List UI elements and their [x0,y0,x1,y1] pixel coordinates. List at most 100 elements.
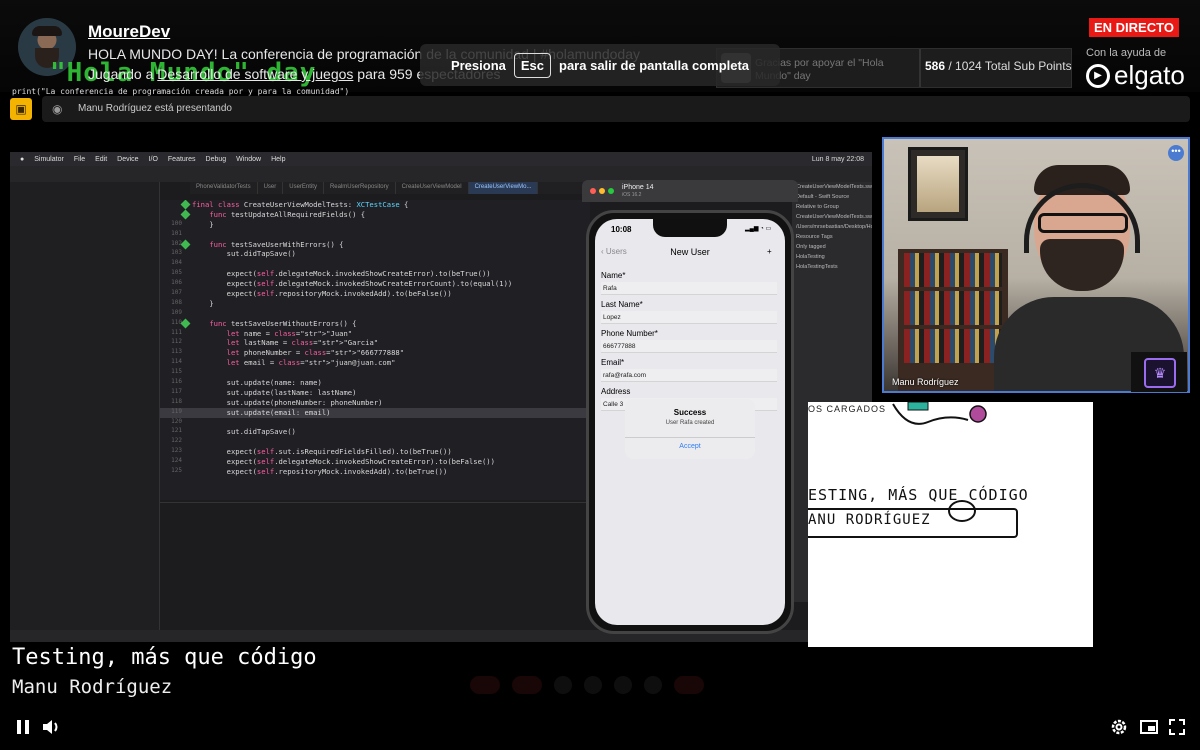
cartoon-name: ANU RODRÍGUEZ [808,512,931,528]
zoom-dot [608,188,614,194]
line-number: 102 [171,239,182,247]
line-number: 121 [171,427,182,435]
code-line: 116 sut.update(name: name) [160,378,590,388]
menu-edit: Edit [95,155,108,163]
code-line: 104 [160,259,590,269]
code-text: sut.didTapSave() [192,427,296,437]
code-text: let phoneNumber = class="str">"666777888… [226,348,405,358]
menu-simulator: Simulator [34,155,64,163]
alert-divider [625,437,755,438]
stream-header: "Hola Mundo" day MoureDev HOLA MUNDO DAY… [0,0,1200,96]
doodle-illustration [892,402,987,425]
xcode-navigator [10,182,160,642]
sub-goal-count: 586 / 1024 Total Sub Points [925,59,1072,73]
xcode-tabs: PhoneValidatorTests User UserEntity Real… [190,182,590,194]
code-text: let email = class="str">"juan@juan.com" [226,358,396,368]
line-number: 109 [171,308,182,316]
test-diamond-icon [180,239,191,250]
minimize-dot [599,188,605,194]
code-text: expect(self.delegateMock.invokedShowCrea… [192,269,491,279]
menu-features: Features [167,155,196,163]
presenting-bar: ▣ ◉ Manu Rodríguez está presentando [10,96,1190,122]
menu-window: Window [236,155,262,163]
iphone-screen: 10:08 ▂▄▆ ◔ ▭ ‹ Users New User + Name* Ra… [595,219,785,625]
code-line: 123 expect(self.sut.isRequiredFieldsFill… [160,447,590,457]
inspector-line: HolaTestingTests [796,264,838,270]
code-editor: final class CreateUserViewModelTests: XC… [160,200,590,500]
bookshelf [898,249,1008,391]
sub-goal-current: 586 [925,59,946,73]
iphone-simulator: 10:08 ▂▄▆ ◔ ▭ ‹ Users New User + Name* Ra… [586,210,794,634]
code-line: 121 sut.didTapSave() [160,427,590,437]
inspector-line: Only tagged [796,244,826,250]
line-number: 104 [171,259,182,267]
shared-screen: ● Simulator File Edit Device I/O Feature… [10,152,872,642]
hint-post: para salir de pantalla completa [559,57,750,73]
picture-in-picture-icon[interactable] [1138,716,1160,738]
code-line: 119 sut.update(email: email) [160,407,590,418]
caption-name: Manu Rodríguez [12,676,173,698]
volume-icon[interactable] [40,716,62,738]
menu-io: I/O [148,155,158,163]
code-line: 125 expect(self.repositoryMock.invokedAd… [160,467,590,477]
code-line: 111 let name = class="str">"Juan" [160,329,590,339]
live-badge: EN DIRECTO [1089,18,1179,37]
elgato-brand: elgato [1114,60,1185,90]
inspector-line: CreateUserViewModelTests.swift [796,184,872,190]
channel-name-link[interactable]: MoureDev [88,22,170,42]
code-line: 114 let email = class="str">"juan@juan.c… [160,358,590,368]
code-line: 110 func testSaveUserWithoutErrors() { [160,318,590,329]
code-line: 101 [160,230,590,240]
code-line: 113 let phoneNumber = class="str">"66677… [160,348,590,358]
fullscreen-icon[interactable] [1166,716,1188,738]
line-number: 119 [171,407,182,415]
success-alert: Success User Rafa created Accept [625,399,755,459]
apple-icon: ● [20,155,25,163]
code-line: final class CreateUserViewModelTests: XC… [160,200,590,210]
line-number: 106 [171,279,182,287]
hint-pre: Presiona [450,57,506,73]
settings-icon[interactable] [1108,716,1130,738]
code-line: 124 expect(self.delegateMock.invokedShow… [160,457,590,467]
simulator-titlebar: iPhone 14 iOS 16.2 [582,180,798,202]
pause-icon[interactable] [12,716,34,738]
inspector-line: HolaTesting [796,254,825,260]
code-text: sut.update(lastName: lastName) [192,387,357,397]
wall-poster [908,147,968,221]
close-dot [590,188,596,194]
mac-menubar: ● Simulator File Edit Device I/O Feature… [10,152,872,166]
menu-debug: Debug [205,155,227,163]
line-number: 118 [171,397,182,405]
talk-cartoon-panel: OS CARGADOS ESTING, MÁS QUE CÓDIGO ANU R… [808,402,1093,647]
code-text: let lastName = class="str">"Garcia" [226,338,379,348]
sponsor-label: Con la ayuda de [1086,47,1167,59]
code-text: expect(self.repositoryMock.invokedAdd).t… [192,289,452,299]
simulator-device: iPhone 14 [622,184,654,191]
line-number: 115 [171,368,182,376]
inspector-line: /Users/mrsebastian/Desktop/HolaMundoDay … [796,224,872,230]
code-text: expect(self.sut.isRequiredFieldsFilled).… [192,447,452,457]
tab-user: User [258,182,284,194]
category-link[interactable]: Desarrollo de software y juegos [157,66,353,82]
presenting-banner: ◉ Manu Rodríguez está presentando [42,96,1190,122]
inspector-line: Default - Swift Source [796,194,850,200]
more-options-icon[interactable]: ••• [1168,145,1184,161]
line-number: 122 [171,437,182,445]
code-line: func testUpdateAllRequiredFields() { [160,209,590,220]
code-line: 120 [160,418,590,428]
line-number: 111 [171,328,182,336]
crown-icon: ♛ [1144,358,1176,388]
tab-phone-validator: PhoneValidatorTests [190,182,258,194]
line-number: 103 [171,249,182,257]
code-text: final class CreateUserViewModelTests: XC… [192,200,409,209]
tab-create-vm: CreateUserViewModel [396,182,469,194]
inspector-line: CreateUserViewModelTests.swift [796,214,872,220]
presenting-label: Manu Rodríguez está presentando [78,103,232,114]
line-number: 107 [171,289,182,297]
code-text: sut.update(email: email) [192,407,331,417]
code-text: expect(self.repositoryMock.invokedAdd).t… [192,467,448,477]
share-screen-icon[interactable]: ▣ [10,98,32,120]
code-text: sut.update(phoneNumber: phoneNumber) [192,397,383,407]
caption-title: Testing, más que código [12,645,317,670]
cartoon-title: ESTING, MÁS QUE CÓDIGO [808,486,1029,504]
